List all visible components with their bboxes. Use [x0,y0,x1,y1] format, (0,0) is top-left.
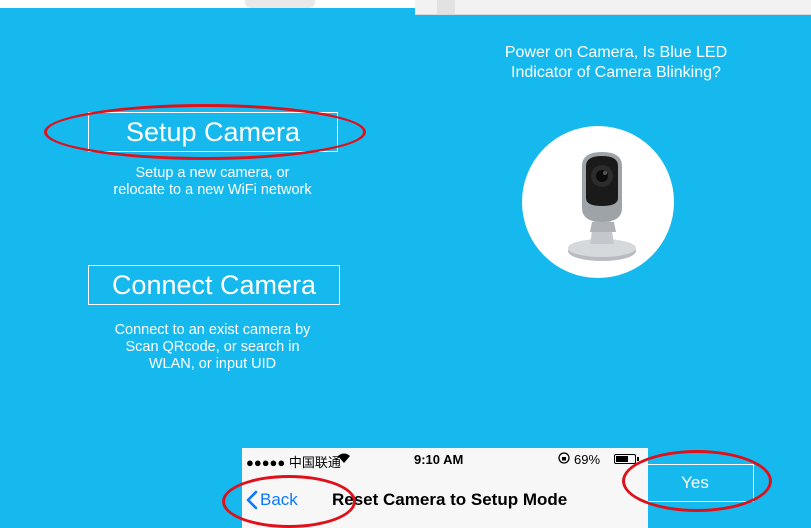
top-notch-stub [437,0,455,14]
ios-navigation-snippet: ●●●●● 中国联通 9:10 AM 69% Back Reset Camera… [242,448,648,528]
blink-question-text: Power on Camera, Is Blue LED Indicator o… [504,44,728,81]
camera-illustration [568,152,636,261]
right-top-edge [415,0,811,15]
left-top-edge [0,0,415,8]
connect-camera-description: Connect to an exist camera by Scan QRcod… [114,322,311,372]
wifi-icon [337,452,351,467]
battery-icon [614,454,636,464]
status-bar: ●●●●● 中国联通 9:10 AM 69% [242,448,648,470]
camera-image [522,126,674,278]
rotation-lock-icon [558,452,570,467]
chevron-left-icon [246,490,258,510]
battery-tip [637,457,639,461]
battery-percentage: 69% [574,452,601,467]
yes-button[interactable]: Yes [636,464,754,502]
back-label: Back [260,490,298,509]
back-button[interactable]: Back [246,488,298,512]
setup-camera-description: Setup a new camera, or relocate to a new… [113,165,312,198]
battery-level-fill [616,456,628,462]
connect-camera-button[interactable]: Connect Camera [88,265,340,305]
carrier-signal: ●●●●● 中国联通 [246,455,341,470]
clock: 9:10 AM [414,452,464,467]
navigation-bar: Back Reset Camera to Setup Mode [242,478,648,522]
setup-camera-button[interactable]: Setup Camera [88,112,338,152]
top-tab-stub [245,0,315,8]
nav-title: Reset Camera to Setup Mode [332,490,568,509]
